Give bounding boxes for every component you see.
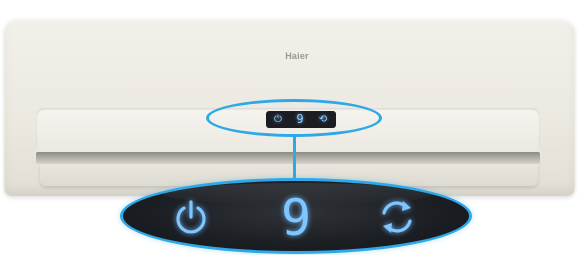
callout-connector-line [293, 137, 296, 180]
display-digit: 9 [280, 189, 312, 247]
brand-logo: Haier [285, 51, 309, 61]
power-icon [176, 200, 206, 234]
air-vent-slot [36, 152, 540, 164]
zoomed-display-panel: 9 [120, 178, 472, 254]
refresh-cycle-icon [382, 201, 412, 233]
callout-ring [206, 99, 382, 137]
scene: Haier ⏻ 9 ⟲ 9 [0, 0, 579, 255]
